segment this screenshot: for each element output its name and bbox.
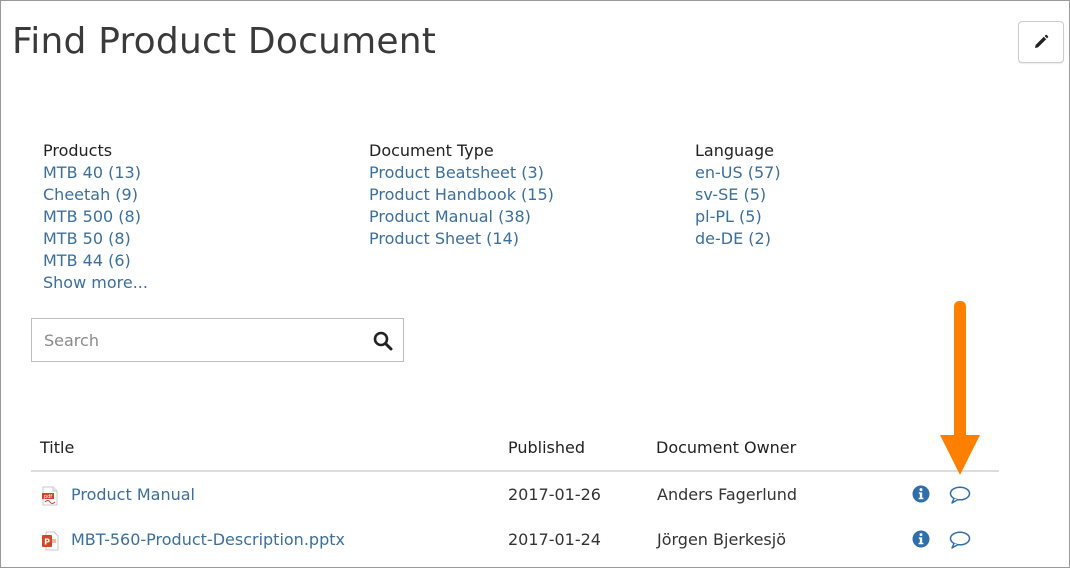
facet-document-type: Document Type Product Beatsheet (3) Prod… <box>369 140 554 250</box>
facet-heading-products: Products <box>43 141 113 160</box>
info-icon[interactable] <box>912 530 930 548</box>
table-row: pdf Product Manual 2017-01-26 Anders Fag… <box>31 472 999 517</box>
comment-bubble-icon[interactable] <box>949 531 971 549</box>
pptx-file-icon: P <box>42 531 59 551</box>
search-icon[interactable] <box>373 331 393 351</box>
info-icon[interactable] <box>912 485 930 503</box>
document-owner: Jörgen Bjerkesjö <box>657 530 786 549</box>
search-input[interactable] <box>32 319 362 361</box>
results-header: Title Published Document Owner <box>31 426 999 472</box>
search-box <box>31 318 404 362</box>
table-row: P MBT-560-Product-Description.pptx 2017-… <box>31 517 999 562</box>
page-frame: Find Product Document Products MTB 40 (1… <box>0 0 1070 568</box>
page-title: Find Product Document <box>12 21 437 62</box>
show-more-link[interactable]: Show more... <box>43 272 148 294</box>
facet-link-product[interactable]: MTB 500 (8) <box>43 206 148 228</box>
column-header-owner[interactable]: Document Owner <box>656 438 796 457</box>
facet-heading-language: Language <box>695 141 774 160</box>
svg-text:P: P <box>44 538 50 547</box>
facet-link-language[interactable]: pl-PL (5) <box>695 206 781 228</box>
facet-link-document-type[interactable]: Product Manual (38) <box>369 206 554 228</box>
facet-link-document-type[interactable]: Product Sheet (14) <box>369 228 554 250</box>
svg-text:pdf: pdf <box>44 494 52 500</box>
column-header-title[interactable]: Title <box>40 438 74 457</box>
facet-products: Products MTB 40 (13) Cheetah (9) MTB 500… <box>43 140 148 294</box>
results-table: Title Published Document Owner pdf Produ… <box>31 426 999 562</box>
facet-link-product[interactable]: MTB 40 (13) <box>43 162 148 184</box>
facet-heading-document-type: Document Type <box>369 141 494 160</box>
published-date: 2017-01-26 <box>508 485 601 504</box>
facet-link-product[interactable]: Cheetah (9) <box>43 184 148 206</box>
comment-bubble-icon[interactable] <box>949 486 971 504</box>
facet-link-product[interactable]: MTB 50 (8) <box>43 228 148 250</box>
facet-language: Language en-US (57) sv-SE (5) pl-PL (5) … <box>695 140 781 250</box>
document-link[interactable]: Product Manual <box>71 485 195 504</box>
pdf-file-icon: pdf <box>42 486 58 506</box>
facet-link-language[interactable]: de-DE (2) <box>695 228 781 250</box>
facet-link-language[interactable]: en-US (57) <box>695 162 781 184</box>
pencil-icon <box>1035 34 1049 48</box>
document-link[interactable]: MBT-560-Product-Description.pptx <box>71 530 345 549</box>
edit-page-button[interactable] <box>1018 21 1064 63</box>
document-owner: Anders Fagerlund <box>657 485 798 504</box>
facet-link-language[interactable]: sv-SE (5) <box>695 184 781 206</box>
facet-link-document-type[interactable]: Product Handbook (15) <box>369 184 554 206</box>
arrow-down-annotation <box>940 301 980 475</box>
facet-link-document-type[interactable]: Product Beatsheet (3) <box>369 162 554 184</box>
published-date: 2017-01-24 <box>508 530 601 549</box>
column-header-published[interactable]: Published <box>508 438 585 457</box>
facet-link-product[interactable]: MTB 44 (6) <box>43 250 148 272</box>
